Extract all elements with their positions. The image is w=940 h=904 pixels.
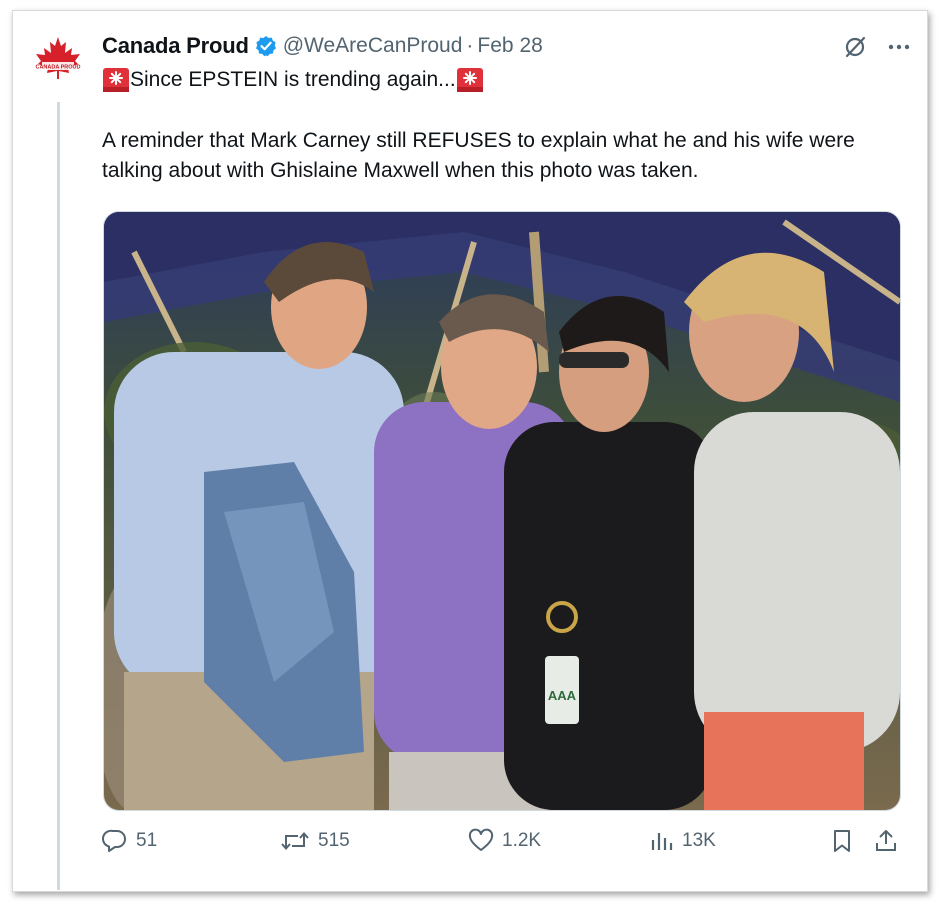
view-count: 13K	[682, 830, 716, 851]
views-button[interactable]: 13K	[650, 828, 716, 854]
repost-icon	[281, 831, 309, 851]
reply-button[interactable]: 51	[102, 828, 157, 854]
tweet-photo[interactable]: AAA	[103, 211, 901, 811]
police-light-emoji-icon	[456, 66, 484, 94]
share-icon	[876, 830, 896, 851]
tweet-body: A reminder that Mark Carney still REFUSE…	[102, 129, 855, 182]
user-handle[interactable]: @WeAreCanProud	[283, 34, 463, 58]
like-count: 1.2K	[502, 830, 542, 851]
like-button[interactable]: 1.2K	[468, 828, 541, 854]
badge-text: AAA	[548, 688, 577, 703]
share-button[interactable]	[874, 828, 898, 854]
avatar[interactable]: CANADA PROUD	[30, 33, 86, 89]
tweet-top-actions	[842, 34, 912, 65]
heart-icon	[468, 828, 494, 851]
views-icon	[651, 833, 673, 850]
repost-button[interactable]: 515	[280, 828, 350, 854]
reply-icon	[102, 829, 126, 852]
more-icon[interactable]	[886, 34, 912, 65]
reply-count: 51	[136, 830, 158, 851]
bookmark-button[interactable]	[830, 828, 854, 854]
verified-badge-icon[interactable]	[255, 35, 277, 57]
bookmark-icon	[834, 830, 850, 852]
avatar-text: CANADA PROUD	[35, 65, 80, 71]
police-light-emoji-icon	[102, 66, 130, 94]
repost-count: 515	[318, 830, 350, 851]
tweet-headline: Since EPSTEIN is trending again...	[130, 68, 456, 91]
tweet-action-bar: 51 515 1.2K 13K	[102, 828, 902, 864]
photo-illustration: AAA	[104, 212, 900, 810]
tweet-headline-line: Since EPSTEIN is trending again...	[102, 66, 484, 94]
display-name[interactable]: Canada Proud	[102, 33, 249, 59]
tweet-date[interactable]: Feb 28	[477, 34, 542, 58]
thread-line	[57, 102, 60, 890]
grok-icon[interactable]	[842, 34, 868, 65]
separator-dot: ·	[466, 34, 474, 57]
tweet-header: Canada Proud @WeAreCanProud · Feb 28	[102, 31, 543, 61]
